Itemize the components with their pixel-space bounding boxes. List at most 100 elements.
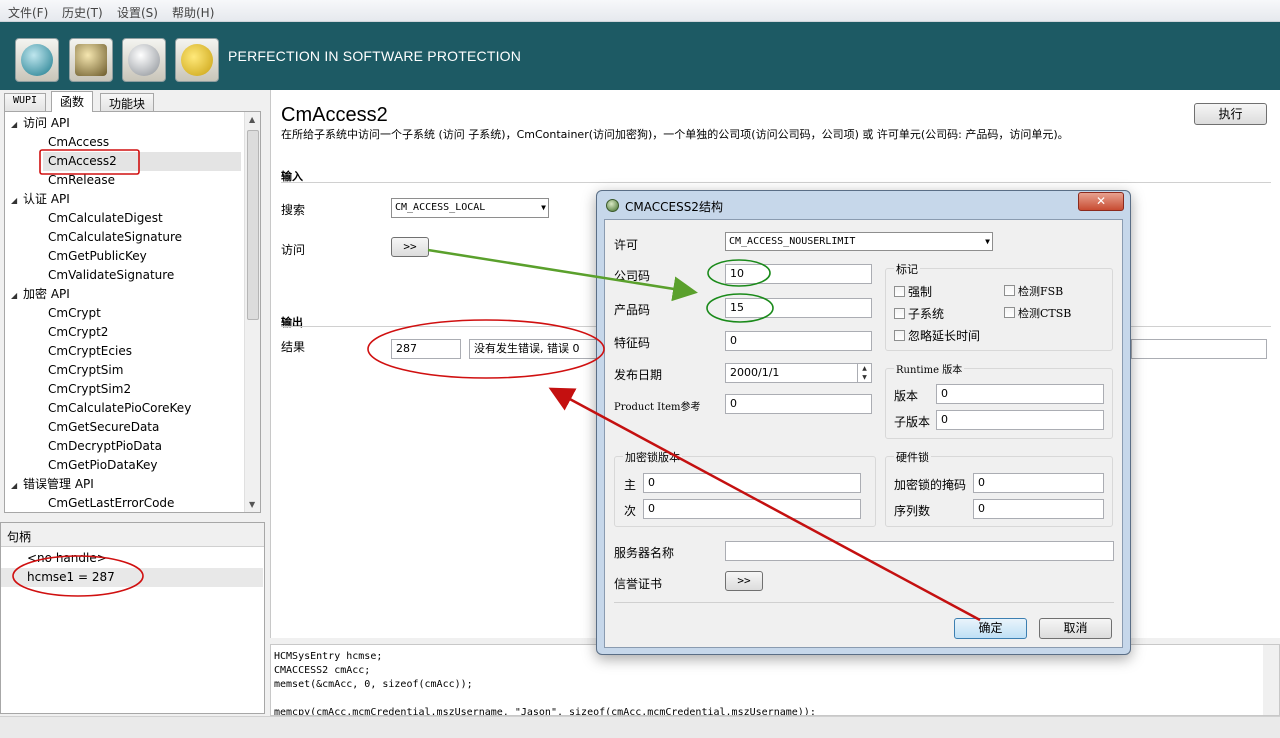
tree-item[interactable]: CmCryptSim xyxy=(48,361,123,380)
flag-subsystem-checkbox[interactable]: 子系统 xyxy=(894,305,944,322)
tree-item[interactable]: CmValidateSignature xyxy=(48,266,174,285)
menu-help[interactable]: 帮助(H) xyxy=(172,4,214,21)
gear-button[interactable] xyxy=(175,38,219,82)
result-value-field[interactable]: 287 xyxy=(391,339,461,359)
expand-triangle-icon[interactable]: ◢ xyxy=(11,476,23,495)
ok-button[interactable]: 确定 xyxy=(954,618,1027,639)
tree-item[interactable]: CmCryptSim2 xyxy=(48,380,131,399)
tree-item[interactable]: CmCrypt2 xyxy=(48,323,108,342)
menu-history[interactable]: 历史(T) xyxy=(62,4,103,21)
major-field[interactable]: 0 xyxy=(643,473,861,493)
flag-ignore-linger-checkbox[interactable]: 忽略延长时间 xyxy=(894,327,980,344)
flag-force-checkbox[interactable]: 强制 xyxy=(894,283,932,300)
tree-group-label: 认证 API xyxy=(23,192,70,206)
tree-group[interactable]: ◢ 错误管理 API xyxy=(11,475,94,494)
tree-scrollbar[interactable]: ▲ ▼ xyxy=(244,112,260,512)
version-field[interactable]: 0 xyxy=(936,384,1104,404)
mask-field[interactable]: 0 xyxy=(973,473,1104,493)
expand-triangle-icon[interactable]: ◢ xyxy=(11,191,23,210)
menu-settings[interactable]: 设置(S) xyxy=(117,4,158,21)
tree-group[interactable]: ◢ 认证 API xyxy=(11,190,70,209)
close-button[interactable]: ✕ xyxy=(1078,192,1124,211)
tree-item[interactable]: CmAccess xyxy=(48,133,109,152)
output-section-title: 输出 xyxy=(281,316,303,329)
cm-logo-button[interactable] xyxy=(15,38,59,82)
flags-group-title: 标记 xyxy=(894,261,920,277)
handle-item[interactable]: hcmse1 = 287 xyxy=(1,568,263,587)
dialog-divider xyxy=(614,602,1114,603)
input-divider xyxy=(281,182,1271,183)
tab-feature-blocks[interactable]: 功能块 xyxy=(100,93,155,112)
tree-item[interactable]: CmGetLastErrorCode xyxy=(48,494,174,512)
search-combo[interactable]: CM_ACCESS_LOCAL ▼ xyxy=(391,198,549,218)
firm-code-field[interactable]: 10 xyxy=(725,264,872,284)
handle-panel: 句柄 <no handle> hcmse1 = 287 xyxy=(0,522,265,714)
flags-group: 标记 强制 检测FSB 子系统 检测CTSB 忽略延长时间 xyxy=(885,261,1113,351)
cmaccess2-dialog: CMACCESS2结构 ✕ 许可 CM_ACCESS_NOUSERLIMIT ▼… xyxy=(596,190,1131,655)
tree-group-label: 访问 API xyxy=(23,116,70,130)
tree-item[interactable]: CmCrypt xyxy=(48,304,101,323)
function-description: 在所给子系统中访问一个子系统 (访问 子系统)，CmContainer(访问加密… xyxy=(281,128,1069,141)
product-item-field[interactable]: 0 xyxy=(725,394,872,414)
tree-item[interactable]: CmCalculateSignature xyxy=(48,228,182,247)
server-name-field[interactable] xyxy=(725,541,1114,561)
tree-item[interactable]: CmAccess2 xyxy=(43,152,241,171)
subversion-field[interactable]: 0 xyxy=(936,410,1104,430)
code-scrollbar[interactable] xyxy=(1263,645,1279,715)
dialog-title: CMACCESS2结构 xyxy=(625,200,723,214)
cm-logo-icon xyxy=(21,44,53,76)
document-icon xyxy=(75,44,107,76)
menu-file[interactable]: 文件(F) xyxy=(8,4,48,21)
minor-field[interactable]: 0 xyxy=(643,499,861,519)
key-button[interactable] xyxy=(122,38,166,82)
code-line: memset(&cmAcc, 0, sizeof(cmAcc)); xyxy=(274,679,473,690)
hardware-lock-group: 硬件锁 加密锁的掩码 0 序列数 0 xyxy=(885,449,1113,527)
result-extra-field[interactable] xyxy=(1131,339,1267,359)
document-button[interactable] xyxy=(69,38,113,82)
flag-check-fsb-checkbox[interactable]: 检测FSB xyxy=(1004,283,1063,299)
header-title: PERFECTION IN SOFTWARE PROTECTION xyxy=(228,48,522,64)
major-label: 主 xyxy=(624,478,637,492)
credential-button[interactable]: >> xyxy=(725,571,763,591)
tree-group[interactable]: ◢ 访问 API xyxy=(11,114,70,133)
code-line: memcpy(cmAcc.mcmCredential.mszUsername, … xyxy=(274,707,816,716)
tab-wupi[interactable]: WUPI xyxy=(4,93,47,112)
execute-button[interactable]: 执行 xyxy=(1194,103,1267,125)
handle-item[interactable]: <no handle> xyxy=(1,549,263,568)
tree-item[interactable]: CmGetPublicKey xyxy=(48,247,147,266)
license-combo[interactable]: CM_ACCESS_NOUSERLIMIT ▼ xyxy=(725,232,993,251)
serial-field[interactable]: 0 xyxy=(973,499,1104,519)
feature-code-field[interactable]: 0 xyxy=(725,331,872,351)
result-message-field[interactable]: 没有发生错误, 错误 0 xyxy=(469,339,599,359)
scroll-up-icon[interactable]: ▲ xyxy=(249,115,255,124)
cancel-button[interactable]: 取消 xyxy=(1039,618,1112,639)
tree-item[interactable]: CmCalculatePioCoreKey xyxy=(48,399,191,418)
tab-functions[interactable]: 函数 xyxy=(51,91,94,112)
search-label: 搜索 xyxy=(281,203,306,217)
result-label: 结果 xyxy=(281,340,306,354)
release-date-value: 2000/1/1 xyxy=(730,366,780,379)
left-tabs: WUPI 函数 功能块 xyxy=(0,90,265,112)
flag-check-ctsb-checkbox[interactable]: 检测CTSB xyxy=(1004,305,1071,321)
scroll-down-icon[interactable]: ▼ xyxy=(249,500,255,509)
access-struct-button[interactable]: >> xyxy=(391,237,429,257)
handle-header: 句柄 xyxy=(1,523,264,547)
tree-item[interactable]: CmDecryptPioData xyxy=(48,437,162,456)
tree-item[interactable]: CmGetSecureData xyxy=(48,418,159,437)
tree-group[interactable]: ◢ 加密 API xyxy=(11,285,70,304)
tree-item[interactable]: CmGetPioDataKey xyxy=(48,456,158,475)
app-icon xyxy=(606,199,619,212)
tree-scroll-thumb[interactable] xyxy=(247,130,259,320)
release-date-field[interactable]: 2000/1/1 ▲ ▼ xyxy=(725,363,872,383)
chevron-down-icon: ▼ xyxy=(541,203,546,212)
tree-group-label: 加密 API xyxy=(23,287,70,301)
key-icon xyxy=(128,44,160,76)
product-code-field[interactable]: 15 xyxy=(725,298,872,318)
date-spinner-icon[interactable]: ▲ ▼ xyxy=(857,364,871,382)
expand-triangle-icon[interactable]: ◢ xyxy=(11,115,23,134)
expand-triangle-icon[interactable]: ◢ xyxy=(11,286,23,305)
tree-item[interactable]: CmRelease xyxy=(48,171,115,190)
tree-item[interactable]: CmCalculateDigest xyxy=(48,209,163,228)
status-bar xyxy=(0,716,1280,738)
tree-item[interactable]: CmCryptEcies xyxy=(48,342,132,361)
